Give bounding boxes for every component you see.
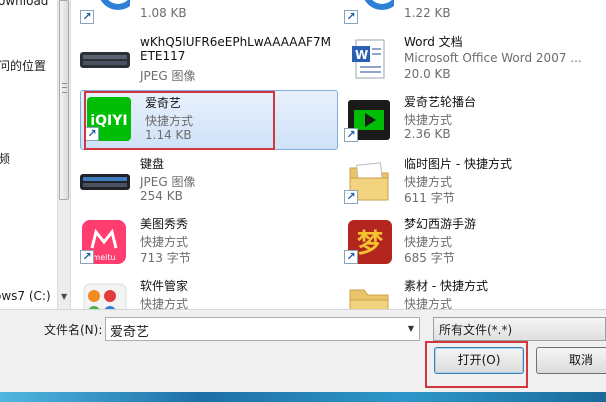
open-button[interactable]: 打开(O) (434, 347, 524, 374)
file-name-line1: wKhQ5lUFR6eEPhLwAAAAAF7M (140, 35, 331, 49)
file-tile-meitu[interactable]: meitu ↗ 美图秀秀 快捷方式 713 字节 (72, 212, 330, 272)
file-type: 快捷方式 (145, 114, 194, 128)
keyboard-photo-thumbnail (80, 38, 130, 82)
file-type-filter-select[interactable]: 所有文件(*.*) (433, 317, 606, 341)
file-name: 临时图片 - 快捷方式 (404, 157, 512, 171)
file-type: JPEG 图像 (140, 175, 196, 189)
file-tile-menghuan-xiyou[interactable]: 梦 ↗ 梦幻西游手游 快捷方式 685 字节 (336, 212, 594, 272)
file-name: 梦幻西游手游 (404, 217, 477, 231)
file-tile-iqiyi-selected[interactable]: iQIYI ↗ 爱奇艺 快捷方式 1.14 KB (80, 90, 338, 150)
shortcut-arrow-icon: ↗ (344, 190, 358, 204)
menghuan-logo-text: 梦 (357, 229, 384, 259)
file-tile-iqiyi-carousel[interactable]: ↗ 爱奇艺轮播台 快捷方式 2.36 KB (336, 90, 594, 150)
folder-shortcut-icon: ↗ (344, 282, 394, 309)
file-tile-temp-pictures-shortcut[interactable]: ↗ 临时图片 - 快捷方式 快捷方式 611 字节 (336, 152, 594, 212)
file-type: 快捷方式 (140, 297, 189, 309)
file-tile-software-manager[interactable]: ↗ 软件管家 快捷方式 (72, 274, 330, 309)
file-tile-keyboard-jpeg[interactable]: 键盘 JPEG 图像 254 KB (72, 152, 330, 212)
file-tile[interactable]: ↗ 1.08 KB (72, 0, 330, 32)
partial-blue-circle-shortcut-icon: ↗ (344, 0, 394, 24)
file-tile-word-document[interactable]: W Word 文档 Microsoft Office Word 2007 ...… (336, 30, 594, 90)
file-name: Word 文档 (404, 35, 463, 49)
folder-shortcut-icon: ↗ (344, 160, 394, 204)
file-type: 快捷方式 (140, 235, 189, 249)
file-size: 1.14 KB (145, 128, 192, 142)
shortcut-arrow-icon: ↗ (85, 127, 99, 141)
grip-icon (62, 83, 67, 93)
nav-item-local-disk-c[interactable]: ows7 (C:) (0, 289, 51, 303)
file-name-line2: ETE117 (140, 49, 186, 63)
file-tile-materials-shortcut[interactable]: ↗ 素材 - 快捷方式 快捷方式 (336, 274, 594, 309)
filename-input[interactable]: 爱奇艺 (105, 317, 420, 341)
shortcut-arrow-icon: ↗ (80, 250, 94, 264)
file-type: 快捷方式 (404, 175, 453, 189)
meitu-app-icon: meitu ↗ (80, 220, 130, 264)
iqiyi-app-icon: iQIYI ↗ (85, 97, 135, 141)
word-document-icon: W (344, 38, 394, 82)
file-size: 254 KB (140, 189, 183, 203)
file-list: ↗ 1.08 KB ↗ 1.22 KB wKhQ5lUFR6eEPhLwAAAA… (72, 0, 606, 309)
file-name: 软件管家 (140, 279, 189, 293)
file-name: 美图秀秀 (140, 217, 189, 231)
meitu-logo-text: meitu (92, 253, 115, 262)
taskbar-strip (0, 392, 606, 402)
file-type: 快捷方式 (404, 297, 453, 309)
file-name: 爱奇艺轮播台 (404, 95, 477, 109)
nav-item-recent-places[interactable]: 问的位置 (0, 57, 46, 74)
navigation-pane: ownload 问的位置 频 ows7 (C:) (0, 0, 57, 309)
keyboard-photo-thumbnail (80, 160, 130, 204)
file-size: 1.22 KB (404, 6, 451, 20)
software-manager-icon: ↗ (80, 282, 130, 309)
file-type: 快捷方式 (404, 113, 453, 127)
file-size: 611 字节 (404, 191, 455, 205)
file-name: 键盘 (140, 157, 165, 171)
shortcut-arrow-icon: ↗ (80, 10, 94, 24)
chevron-down-icon[interactable]: ▼ (403, 318, 419, 340)
shortcut-arrow-icon: ↗ (344, 128, 358, 142)
file-type: Microsoft Office Word 2007 ... (404, 51, 582, 65)
scrollbar-thumb[interactable] (59, 0, 69, 200)
cancel-button[interactable]: 取消 (536, 347, 606, 374)
file-size: 2.36 KB (404, 127, 451, 141)
shortcut-arrow-icon: ↗ (344, 250, 358, 264)
scroll-down-arrow-icon[interactable]: ▼ (61, 292, 67, 301)
file-type: JPEG 图像 (140, 69, 196, 83)
filename-label: 文件名(N): (44, 323, 103, 337)
menghuan-game-icon: 梦 ↗ (344, 220, 394, 264)
file-name: 爱奇艺 (145, 96, 182, 110)
svg-text:W: W (355, 48, 368, 62)
partial-blue-circle-shortcut-icon: ↗ (80, 0, 130, 24)
nav-item-videos[interactable]: 频 (0, 150, 10, 167)
iqiyi-carousel-play-icon: ↗ (344, 98, 394, 142)
nav-item-download[interactable]: ownload (0, 0, 48, 8)
file-name: 素材 - 快捷方式 (404, 279, 488, 293)
file-size: 20.0 KB (404, 67, 451, 81)
file-type: 快捷方式 (404, 235, 453, 249)
file-tile-keyboard-image[interactable]: wKhQ5lUFR6eEPhLwAAAAAF7M ETE117 JPEG 图像 (72, 30, 331, 90)
shortcut-arrow-icon: ↗ (344, 10, 358, 24)
file-tile[interactable]: ↗ 1.22 KB (336, 0, 594, 32)
file-size: 1.08 KB (140, 6, 187, 20)
file-size: 713 字节 (140, 251, 191, 265)
navigation-scrollbar[interactable]: ▼ (57, 0, 71, 309)
file-size: 685 字节 (404, 251, 455, 265)
